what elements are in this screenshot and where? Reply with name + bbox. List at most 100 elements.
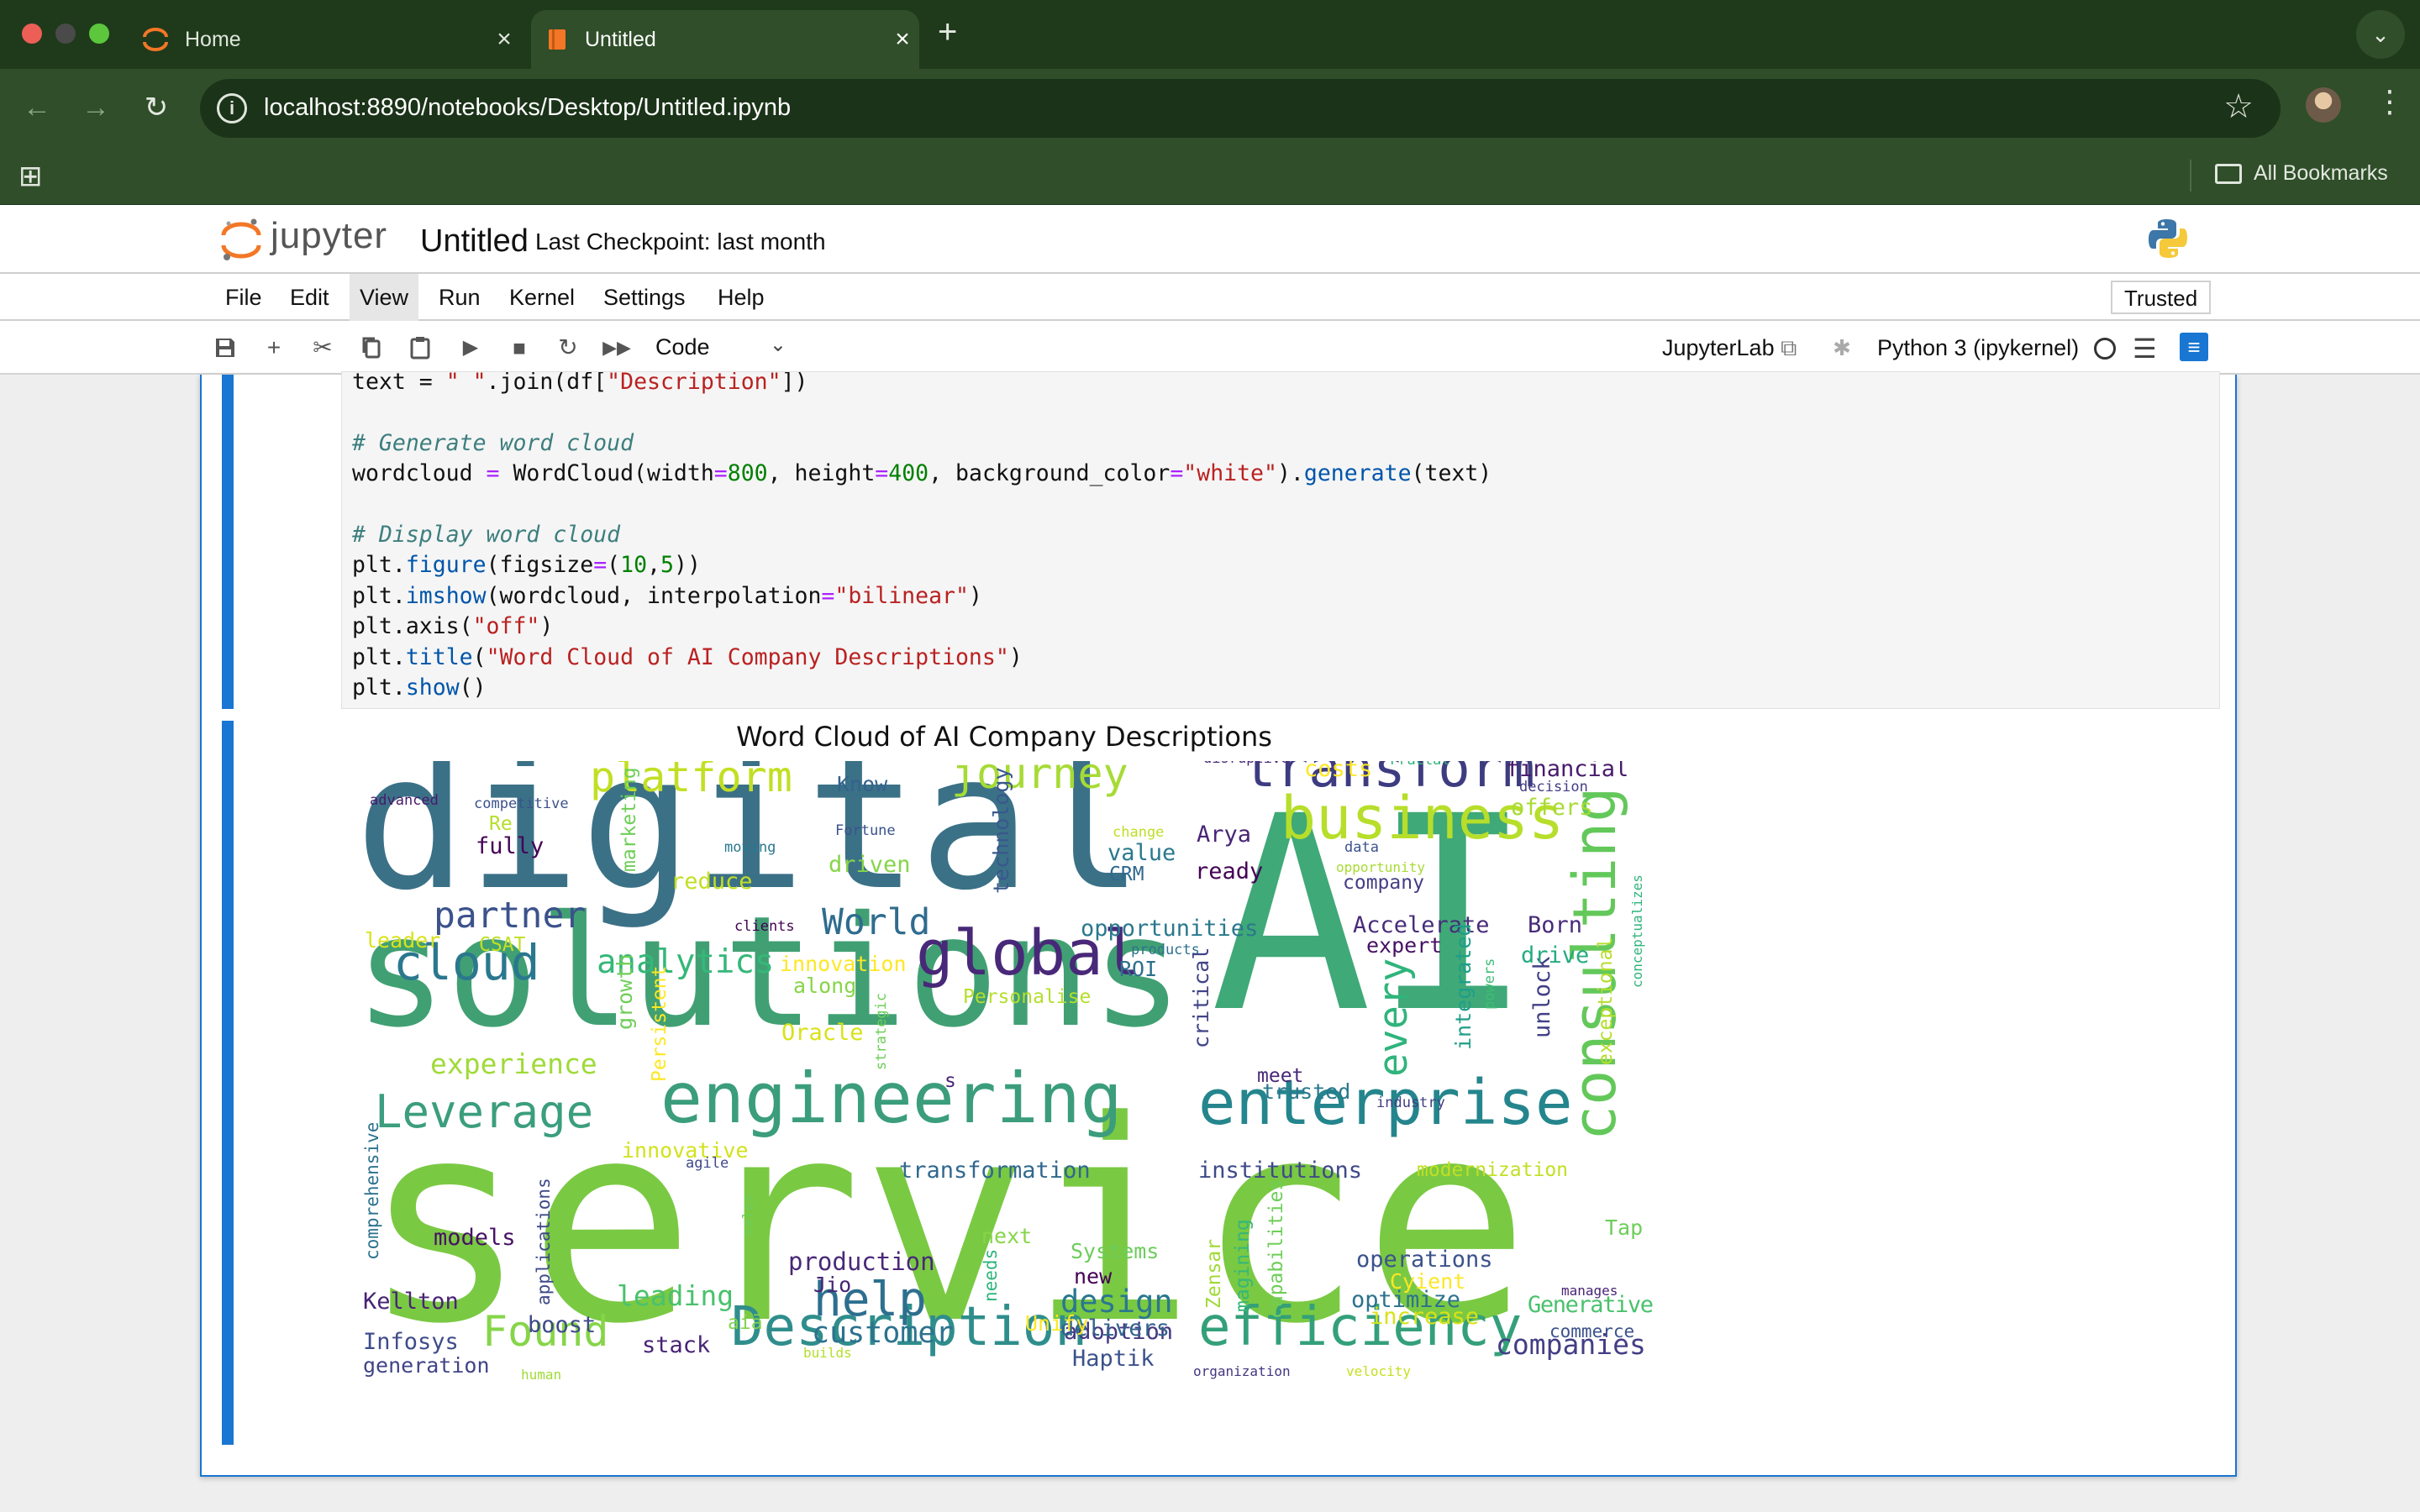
wordcloud-title: Word Cloud of AI Company Descriptions <box>736 721 1272 753</box>
site-info-icon[interactable]: i <box>217 93 247 123</box>
wordcloud-word: magining <box>1232 1219 1254 1312</box>
back-arrow-icon[interactable]: ← <box>17 87 57 128</box>
kernel-name[interactable]: Python 3 (ipykernel) <box>1877 331 2079 365</box>
debugger-icon[interactable]: ✱ <box>1827 333 1857 363</box>
close-icon[interactable]: × <box>487 25 521 54</box>
trusted-badge[interactable]: Trusted <box>2111 281 2212 314</box>
folder-icon <box>2215 163 2242 184</box>
wordcloud-word: Systems <box>1071 1239 1159 1263</box>
jupyter-logo-text[interactable]: jupyter <box>271 215 387 257</box>
menu-file[interactable]: File <box>215 274 272 321</box>
code-text[interactable]: text = " ".join(df["Description"]) # Gen… <box>352 372 1492 703</box>
window-zoom-button[interactable] <box>89 24 109 44</box>
wordcloud-word: Know <box>837 772 888 796</box>
wordcloud-word: powers <box>1481 958 1498 1010</box>
cell-type-select[interactable]: Code ⌄ <box>655 329 790 365</box>
add-cell-icon[interactable]: + <box>259 333 289 363</box>
wordcloud-word: commerce <box>1549 1321 1634 1341</box>
notebook-title[interactable]: Untitled <box>420 223 529 260</box>
run-all-icon[interactable]: ▶▶ <box>602 333 632 363</box>
code-cell-editor[interactable]: text = " ".join(df["Description"]) # Gen… <box>341 371 2220 709</box>
wordcloud-word: increase <box>1370 1304 1479 1330</box>
wordcloud-word: advanced <box>370 792 439 809</box>
run-cell-icon[interactable]: ▶ <box>455 333 486 363</box>
profile-avatar[interactable] <box>2306 87 2341 123</box>
wordcloud-word: Kellton <box>363 1289 459 1315</box>
wordcloud-word: innovation <box>780 952 907 976</box>
wordcloud-word: capabilities <box>1265 1179 1287 1319</box>
wordcloud-word: Oracle <box>781 1020 864 1046</box>
wordcloud-word: competitive <box>474 795 569 812</box>
forward-arrow-icon[interactable]: → <box>76 87 116 128</box>
wordcloud-word: integrated <box>1451 923 1476 1050</box>
address-bar[interactable]: i localhost:8890/notebooks/Desktop/Untit… <box>200 79 2281 138</box>
menu-edit[interactable]: Edit <box>280 274 339 321</box>
stop-kernel-icon[interactable]: ■ <box>504 333 534 363</box>
jupyter-favicon-icon <box>143 28 168 51</box>
wordcloud-word: Haptik <box>1072 1346 1155 1372</box>
apps-grid-icon[interactable]: ⊞ <box>18 160 43 193</box>
browser-menu-icon[interactable]: ⋮ <box>2375 84 2405 119</box>
new-tab-button[interactable]: + <box>938 13 957 51</box>
cell-selection-bar[interactable] <box>222 375 234 709</box>
wordcloud-word: modernization <box>1417 1159 1568 1181</box>
all-bookmarks-button[interactable]: All Bookmarks <box>2215 161 2388 186</box>
jupyter-logo-icon[interactable] <box>220 217 262 262</box>
wordcloud-word: applications <box>534 1178 554 1305</box>
wordcloud-word: Jio <box>813 1273 851 1297</box>
tab-home[interactable]: Home × <box>134 10 521 69</box>
tab-title: Home <box>185 27 241 51</box>
wordcloud-word: driven <box>829 852 911 878</box>
wordcloud-word: Fractal <box>1390 761 1450 769</box>
bookmark-star-icon[interactable]: ☆ <box>2223 87 2254 126</box>
wordcloud-word: Personalise <box>963 986 1091 1008</box>
save-icon[interactable] <box>210 333 240 363</box>
copy-icon[interactable] <box>356 333 387 363</box>
window-close-button[interactable] <box>22 24 42 44</box>
wordcloud-word: partner <box>434 895 586 937</box>
wordcloud-word: generation <box>363 1353 490 1378</box>
wordcloud-word: production <box>788 1247 935 1276</box>
wordcloud-word: Cyient <box>1390 1269 1465 1294</box>
property-inspector-icon[interactable]: ≡ <box>2180 333 2208 361</box>
menu-help[interactable]: Help <box>708 274 775 321</box>
wordcloud-word: along <box>793 974 856 998</box>
wordcloud-word: marketing <box>618 767 640 872</box>
paste-icon[interactable] <box>405 333 435 363</box>
chevron-down-icon: ⌄ <box>769 333 786 356</box>
last-checkpoint: Last Checkpoint: last month <box>535 228 826 255</box>
output-selection-bar[interactable] <box>222 721 234 1445</box>
wordcloud-word: needs <box>981 1249 1001 1302</box>
table-of-contents-icon[interactable]: ☰ <box>2133 333 2157 365</box>
tab-search-button[interactable]: ⌄ <box>2356 10 2405 59</box>
wordcloud-word: organization <box>1193 1363 1291 1379</box>
all-bookmarks-label: All Bookmarks <box>2254 161 2388 185</box>
reload-icon[interactable]: ↻ <box>136 87 176 128</box>
wordcloud-word: value <box>1107 840 1176 866</box>
menu-run[interactable]: Run <box>429 274 491 321</box>
wordcloud-word: velocity <box>1346 1363 1411 1379</box>
wordcloud-word: journey <box>951 761 1128 798</box>
bookmarks-bar: ⊞ All Bookmarks <box>0 146 2420 205</box>
cut-icon[interactable]: ✂ <box>308 333 338 363</box>
wordcloud-word: CSAT <box>479 934 526 956</box>
tab-untitled[interactable]: Untitled × <box>531 10 919 69</box>
menu-view[interactable]: View <box>350 274 419 321</box>
url-text[interactable]: localhost:8890/notebooks/Desktop/Untitle… <box>264 94 791 122</box>
wordcloud-word: Born <box>1528 912 1582 938</box>
browser-toolbar: ← → ↻ i localhost:8890/notebooks/Desktop… <box>0 69 2420 146</box>
menu-settings[interactable]: Settings <box>593 274 696 321</box>
close-icon[interactable]: × <box>886 25 919 54</box>
jupyter-menubar: File Edit View Run Kernel Settings Help … <box>0 274 2420 321</box>
open-jupyterlab-button[interactable]: JupyterLab ⧉ <box>1662 331 1797 365</box>
code-line-4: wordcloud = WordCloud(width=800, height=… <box>352 460 1492 487</box>
window-minimize-button[interactable] <box>55 24 76 44</box>
restart-kernel-icon[interactable]: ↻ <box>553 333 583 363</box>
notebook-favicon-icon <box>549 29 566 50</box>
wordcloud-word: manages <box>1561 1283 1618 1299</box>
wordcloud-word: Persistent <box>649 966 671 1082</box>
menu-kernel[interactable]: Kernel <box>499 274 585 321</box>
wordcloud-word: fully <box>476 833 544 859</box>
